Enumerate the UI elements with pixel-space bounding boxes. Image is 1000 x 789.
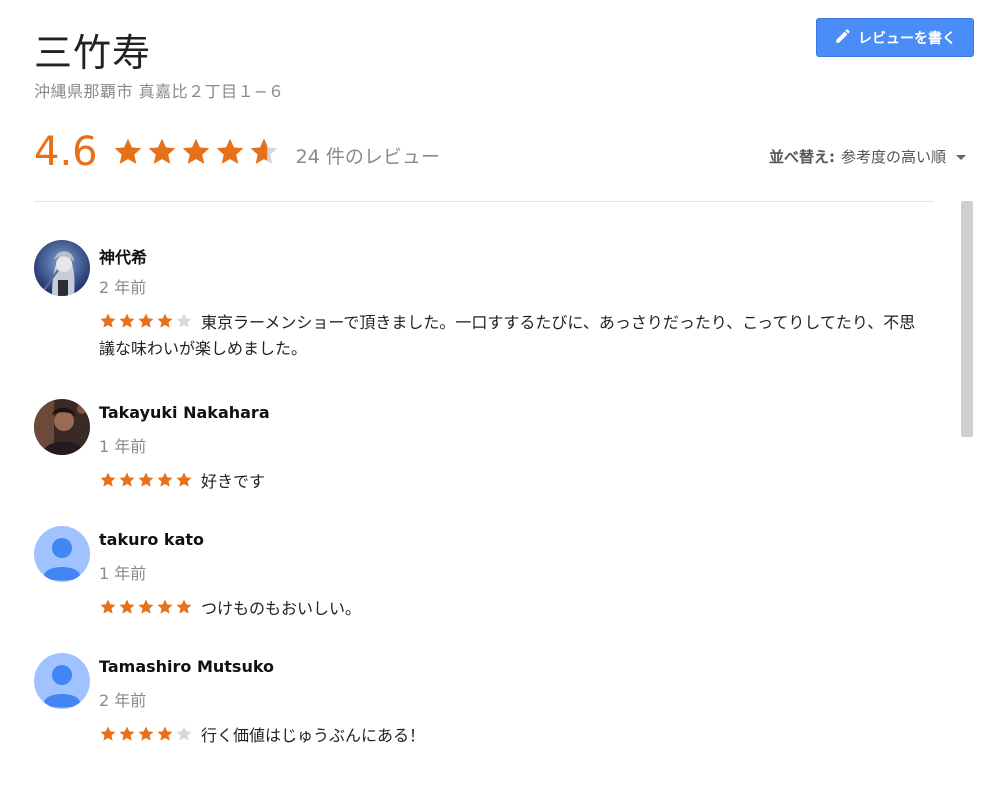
star-icon	[100, 472, 116, 487]
review-item: Takayuki Nakahara 1 年前 好きです	[34, 399, 934, 526]
star-icon	[176, 313, 192, 328]
review-stars	[99, 598, 193, 616]
star-icon	[176, 726, 192, 741]
review-text: 行く価値はじゅうぶんにある！	[201, 726, 426, 745]
review-date: 1 年前	[99, 437, 147, 456]
review-item: 神代希 2 年前 東京ラーメンショーで頂きました。一口すするたびに、あっさりだっ…	[34, 240, 934, 367]
review-text: つけものもおいしい。	[201, 599, 362, 618]
rating-value: 4.6	[34, 129, 98, 175]
write-review-button[interactable]: レビューを書く	[816, 18, 974, 57]
reviewer-name[interactable]: takuro kato	[99, 530, 204, 549]
sort-label: 並べ替え:	[768, 148, 835, 166]
photo-avatar[interactable]	[34, 399, 90, 455]
rating-summary: 4.6 24 件のレビュー	[34, 122, 440, 182]
star-icon	[176, 599, 192, 614]
review-count[interactable]: 24 件のレビュー	[296, 142, 440, 169]
star-icon	[119, 472, 135, 487]
pencil-icon	[834, 27, 852, 49]
dropdown-arrow-icon	[956, 155, 966, 160]
star-icon	[157, 472, 173, 487]
star-icon	[114, 138, 141, 164]
review-stars	[99, 725, 193, 743]
star-icon	[182, 138, 209, 164]
star-icon	[100, 726, 116, 741]
star-icon	[157, 599, 173, 614]
scrollbar-thumb[interactable]	[961, 201, 973, 437]
review-body: つけものもおいしい。	[99, 596, 929, 622]
review-stars	[99, 312, 193, 330]
reviewer-name[interactable]: Takayuki Nakahara	[99, 403, 270, 422]
review-stars	[99, 471, 193, 489]
star-icon	[157, 726, 173, 741]
star-icon	[157, 313, 173, 328]
star-icon	[216, 138, 243, 164]
review-text: 好きです	[201, 472, 266, 491]
star-icon	[119, 313, 135, 328]
rating-stars	[112, 136, 280, 168]
review-date: 2 年前	[99, 278, 147, 297]
star-icon	[138, 726, 154, 741]
sort-value: 参考度の高い順	[840, 148, 946, 166]
reviewer-name[interactable]: Tamashiro Mutsuko	[99, 657, 274, 676]
star-icon	[148, 138, 175, 164]
review-list: 神代希 2 年前 東京ラーメンショーで頂きました。一口すするたびに、あっさりだっ…	[34, 240, 934, 780]
default-person-avatar[interactable]	[34, 526, 90, 582]
star-icon	[119, 599, 135, 614]
review-date: 2 年前	[99, 691, 147, 710]
default-person-avatar[interactable]	[34, 653, 90, 709]
star-icon	[250, 138, 277, 164]
star-icon	[119, 726, 135, 741]
star-icon	[138, 472, 154, 487]
star-icon	[138, 313, 154, 328]
write-review-label: レビューを書く	[858, 30, 956, 47]
sort-dropdown[interactable]: 並べ替え: 参考度の高い順	[769, 146, 966, 167]
place-address: 沖縄県那覇市 真嘉比２丁目１−６	[34, 82, 285, 101]
place-header: 三竹寿 沖縄県那覇市 真嘉比２丁目１−６ レビューを書く 4.6 24 件のレビ…	[34, 0, 974, 200]
reviewer-name[interactable]: 神代希	[99, 244, 147, 268]
anime-character-avatar[interactable]	[34, 240, 90, 296]
review-date: 1 年前	[99, 564, 147, 583]
review-item: takuro kato 1 年前 つけものもおいしい。	[34, 526, 934, 653]
divider	[34, 201, 934, 202]
review-body: 好きです	[99, 469, 929, 495]
star-icon	[176, 472, 192, 487]
review-item: Tamashiro Mutsuko 2 年前 行く価値はじゅうぶんにある！	[34, 653, 934, 780]
review-body: 東京ラーメンショーで頂きました。一口すするたびに、あっさりだったり、こってりして…	[99, 310, 929, 362]
star-icon	[138, 599, 154, 614]
star-icon	[100, 599, 116, 614]
review-text: 東京ラーメンショーで頂きました。一口すするたびに、あっさりだったり、こってりして…	[99, 313, 916, 358]
review-body: 行く価値はじゅうぶんにある！	[99, 723, 929, 749]
place-title: 三竹寿	[34, 31, 152, 75]
star-icon	[100, 313, 116, 328]
